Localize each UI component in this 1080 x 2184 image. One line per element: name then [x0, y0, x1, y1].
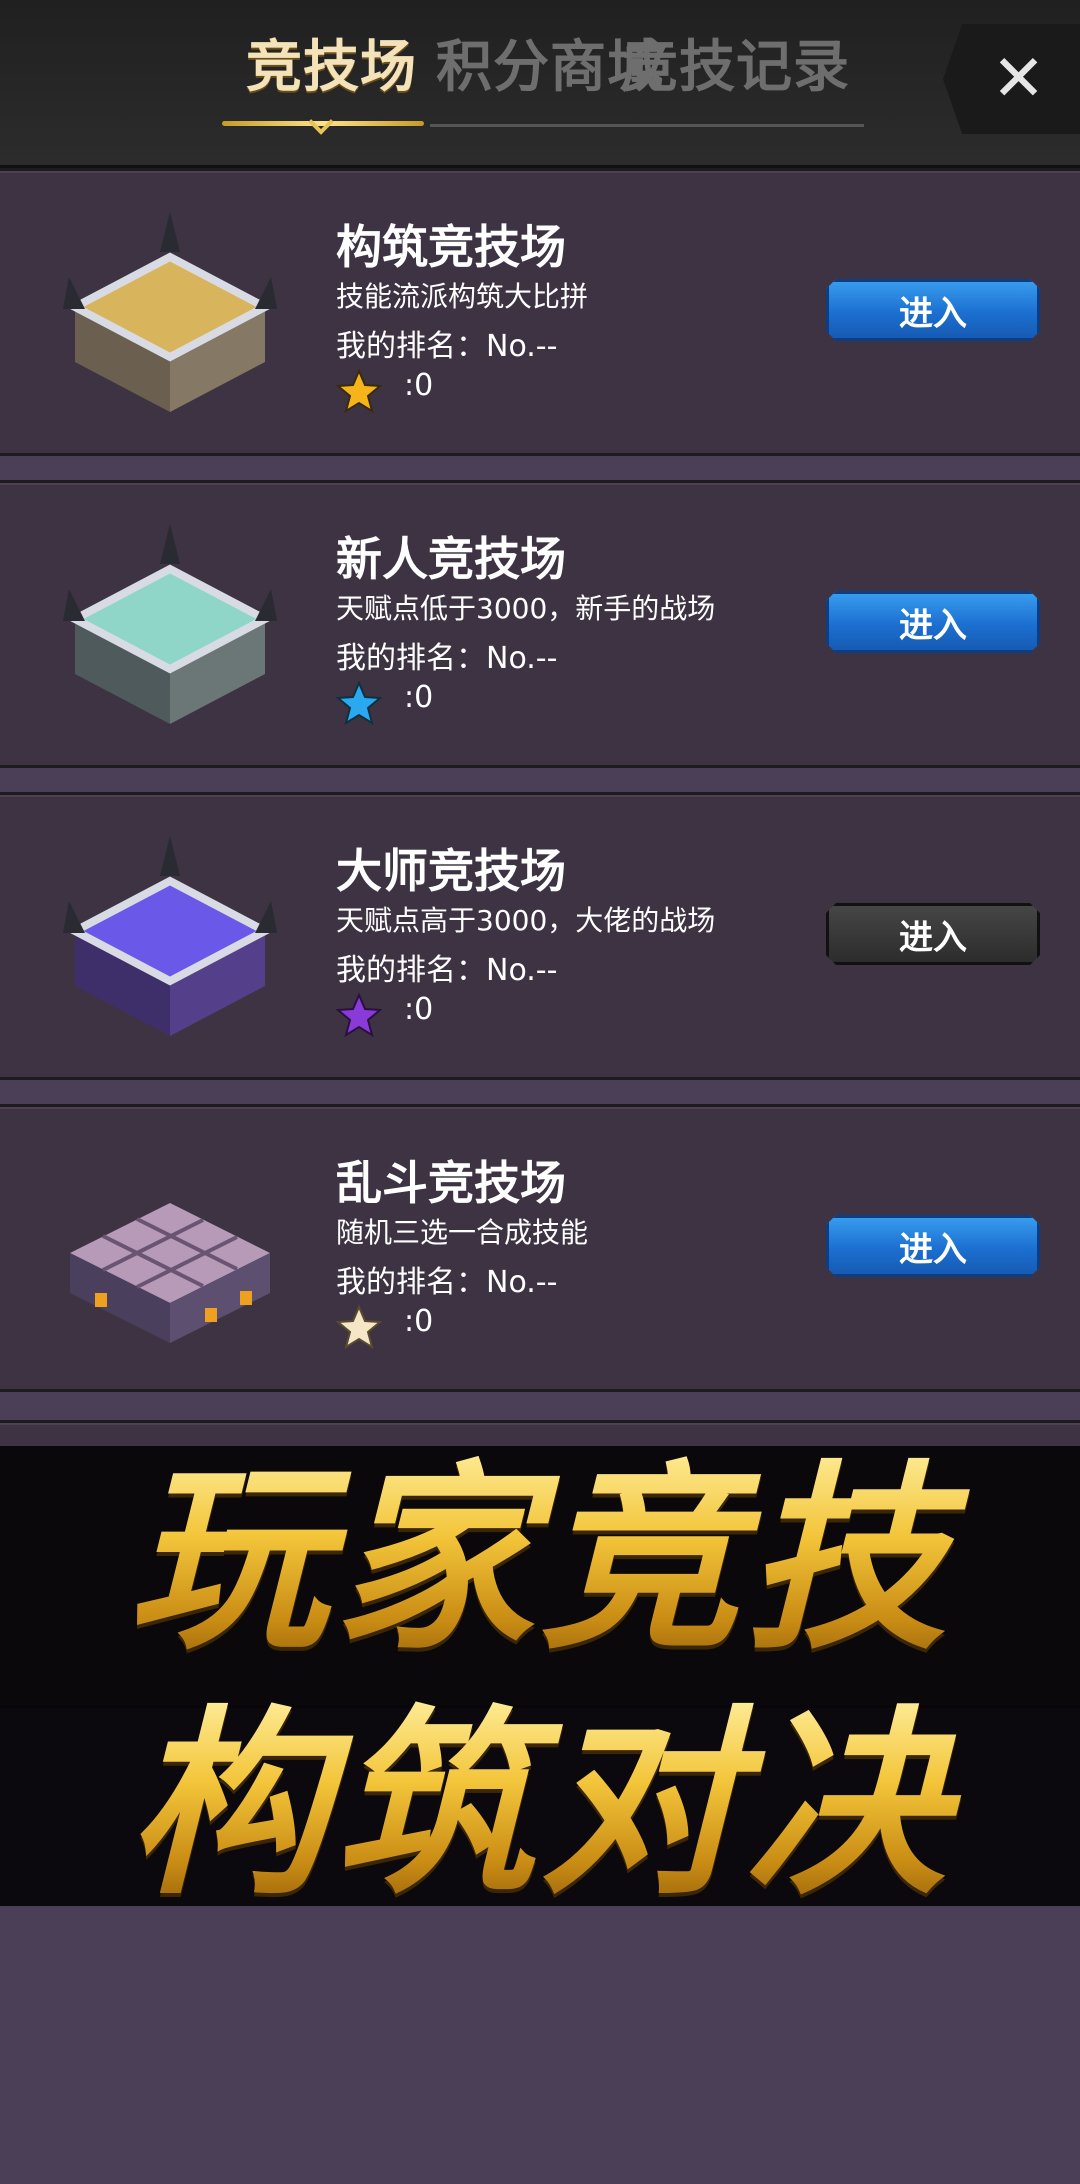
- arena-card-master: 大师竞技场 天赋点高于3000，大佬的战场 我的排名：No.-- :0 进入: [0, 792, 1080, 1080]
- tab-track-divider: [430, 124, 864, 127]
- arena-card-brawl: 乱斗竞技场 随机三选一合成技能 我的排名：No.-- :0 进入: [0, 1104, 1080, 1392]
- my-rank-text: 我的排名：No.--: [336, 329, 558, 364]
- promo-banner-headline: 玩家竞技: [0, 1440, 1080, 1680]
- star-count: :0: [404, 368, 434, 403]
- star-icon: [336, 680, 382, 726]
- my-rank-text: 我的排名：No.--: [336, 953, 558, 988]
- newbie-arena-altar-icon: [63, 524, 277, 724]
- arena-card-build: 构筑竞技场 技能流派构筑大比拼 我的排名：No.-- :0 进入: [0, 168, 1080, 456]
- list-empty-area: [0, 1906, 1080, 2184]
- tab-arena-records[interactable]: 竞技记录: [622, 22, 850, 103]
- enter-newbie-arena-button[interactable]: 进入: [826, 591, 1040, 653]
- arena-description: 天赋点高于3000，大佬的战场: [336, 904, 716, 937]
- my-rank-text: 我的排名：No.--: [336, 641, 558, 676]
- close-button[interactable]: ✕: [943, 24, 1080, 134]
- star-count: :0: [404, 680, 434, 715]
- brawl-arena-grid-icon: [70, 1203, 270, 1343]
- my-rank-text: 我的排名：No.--: [336, 1265, 558, 1300]
- tab-arena[interactable]: 竞技场: [246, 22, 417, 103]
- arena-description: 随机三选一合成技能: [336, 1216, 589, 1249]
- star-count: :0: [404, 992, 434, 1027]
- arena-description: 天赋点低于3000，新手的战场: [336, 592, 716, 625]
- master-arena-altar-icon: [63, 836, 277, 1036]
- enter-build-arena-button[interactable]: 进入: [826, 279, 1040, 341]
- enter-master-arena-button[interactable]: 进入: [826, 903, 1040, 965]
- build-arena-altar-icon: [63, 212, 277, 412]
- arena-description: 技能流派构筑大比拼: [336, 280, 589, 313]
- star-count: :0: [404, 1304, 434, 1339]
- top-tab-bar: 竞技场 积分商城 竞技记录 ✕: [0, 0, 1080, 168]
- enter-brawl-arena-button[interactable]: 进入: [826, 1215, 1040, 1277]
- arena-title: 构筑竞技场: [336, 220, 566, 274]
- close-icon: ✕: [991, 42, 1046, 116]
- arena-title: 大师竞技场: [336, 844, 566, 898]
- star-icon: [336, 992, 382, 1038]
- star-icon: [336, 368, 382, 414]
- star-icon: [336, 1304, 382, 1350]
- arena-title: 乱斗竞技场: [336, 1156, 566, 1210]
- arena-card-newbie: 新人竞技场 天赋点低于3000，新手的战场 我的排名：No.-- :0 进入: [0, 480, 1080, 768]
- active-tab-chevron-icon: [308, 109, 334, 135]
- arena-title: 新人竞技场: [336, 532, 566, 586]
- promo-banner-subheadline: 构筑对决: [0, 1690, 1080, 1920]
